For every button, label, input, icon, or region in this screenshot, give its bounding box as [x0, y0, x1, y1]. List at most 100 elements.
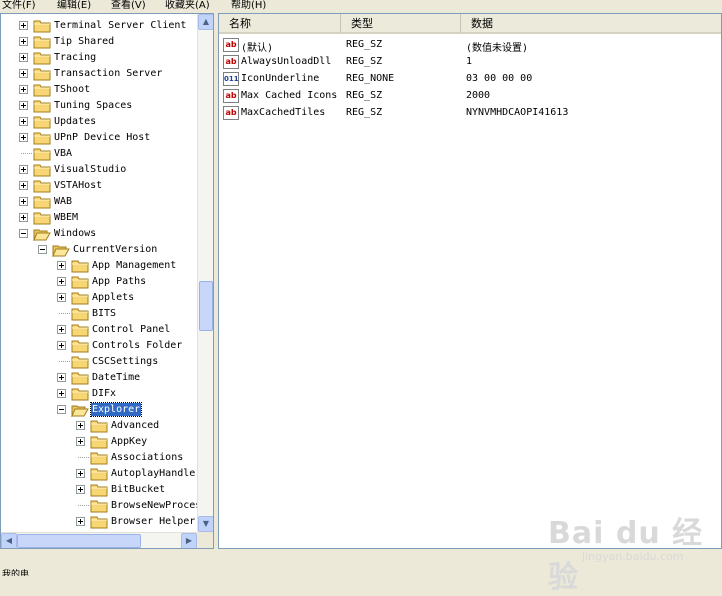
expand-icon[interactable] — [19, 53, 28, 62]
registry-values-list[interactable]: 名称 类型 数据 ab (默认) REG_SZ (数值未设置) ab AlwaysUnlo… — [218, 13, 722, 549]
scroll-left-button[interactable]: ◀ — [1, 533, 17, 548]
tree-content: Terminal Server Client Tip Shared Tracing T… — [1, 14, 197, 548]
folder-icon — [90, 515, 108, 529]
expand-icon[interactable] — [57, 325, 66, 334]
expand-icon[interactable] — [76, 469, 85, 478]
folder-icon — [71, 339, 89, 353]
expand-icon[interactable] — [76, 437, 85, 446]
menu-file[interactable]: 文件(F) — [2, 0, 36, 11]
value-row[interactable]: ab MaxCachedTiles REG_SZ NYNVMHDCAOPI41613 — [219, 105, 721, 122]
string-value-icon: ab — [223, 106, 239, 120]
folder-icon — [33, 51, 51, 65]
registry-key-tree[interactable]: Terminal Server Client Tip Shared Tracing T… — [0, 13, 214, 549]
tree-node-label: Advanced — [111, 420, 160, 431]
expand-icon[interactable] — [57, 389, 66, 398]
tree-connector — [78, 505, 89, 506]
collapse-icon[interactable] — [38, 245, 47, 254]
folder-icon — [71, 371, 89, 385]
tree-horizontal-scrollbar[interactable]: ◀ ▶ — [1, 532, 197, 548]
value-type: REG_SZ — [346, 39, 383, 50]
tree-node-label: Associations — [111, 452, 184, 463]
collapse-icon[interactable] — [19, 229, 28, 238]
tree-node-label: Tip Shared — [54, 36, 115, 47]
expand-icon[interactable] — [19, 101, 28, 110]
expand-icon[interactable] — [76, 485, 85, 494]
menu-view[interactable]: 查看(V) — [111, 0, 146, 11]
expand-icon[interactable] — [19, 181, 28, 190]
folder-icon — [90, 451, 108, 465]
expand-icon[interactable] — [57, 293, 66, 302]
open-folder-icon — [33, 227, 51, 242]
expand-icon[interactable] — [19, 85, 28, 94]
column-header-data[interactable]: 数据 — [461, 14, 721, 34]
baidu-watermark: Bai du 经验 jingyan.baidu.com — [548, 508, 708, 595]
folder-icon — [33, 99, 51, 113]
expand-icon[interactable] — [19, 213, 28, 222]
menu-favorites[interactable]: 收藏夹(A) — [165, 0, 210, 11]
expand-icon[interactable] — [19, 165, 28, 174]
tree-node-label: TShoot — [54, 84, 91, 95]
column-header-type[interactable]: 类型 — [341, 14, 461, 34]
menu-bar: 文件(F) 编辑(E) 查看(V) 收藏夹(A) 帮助(H) — [0, 0, 722, 12]
expand-icon[interactable] — [19, 197, 28, 206]
expand-icon[interactable] — [19, 69, 28, 78]
tree-vertical-scrollbar[interactable]: ▲ ▼ — [197, 14, 213, 532]
value-name: IconUnderline — [241, 73, 320, 84]
folder-icon — [33, 131, 51, 145]
watermark-url: jingyan.baidu.com — [582, 550, 684, 563]
folder-icon — [33, 195, 51, 209]
tree-node-label: CSCSettings — [92, 356, 159, 367]
folder-icon — [33, 19, 51, 33]
value-row[interactable]: ab AlwaysUnloadDll REG_SZ 1 — [219, 54, 721, 71]
tree-node-label: App Paths — [92, 276, 147, 287]
value-row[interactable]: 011 IconUnderline REG_NONE 03 00 00 00 — [219, 71, 721, 88]
scroll-thumb[interactable] — [199, 281, 213, 331]
tree-node-label: BrowseNewProcess — [111, 500, 197, 511]
folder-icon — [71, 291, 89, 305]
tree-node-label: AutoplayHandlers — [111, 468, 197, 479]
value-data: NYNVMHDCAOPI41613 — [466, 107, 569, 118]
tree-node-label: DateTime — [92, 372, 141, 383]
expand-icon[interactable] — [76, 421, 85, 430]
expand-icon[interactable] — [19, 21, 28, 30]
value-data: 1 — [466, 56, 473, 67]
value-type: REG_NONE — [346, 73, 395, 84]
tree-node-label: Control Panel — [92, 324, 171, 335]
scroll-thumb-horizontal[interactable] — [17, 534, 141, 548]
folder-icon — [33, 179, 51, 193]
tree-node-label: VSTAHost — [54, 180, 103, 191]
menu-help[interactable]: 帮助(H) — [231, 0, 266, 11]
folder-icon — [71, 259, 89, 273]
folder-icon — [90, 419, 108, 433]
tree-node-label: Transaction Server — [54, 68, 163, 79]
expand-icon[interactable] — [76, 517, 85, 526]
tree-node-label: UPnP Device Host — [54, 132, 151, 143]
scroll-right-button[interactable]: ▶ — [181, 533, 197, 548]
value-type: REG_SZ — [346, 56, 383, 67]
scroll-up-button[interactable]: ▲ — [198, 14, 213, 30]
expand-icon[interactable] — [57, 373, 66, 382]
expand-icon[interactable] — [19, 117, 28, 126]
expand-icon[interactable] — [57, 277, 66, 286]
menu-edit[interactable]: 编辑(E) — [57, 0, 91, 11]
value-data: 03 00 00 00 — [466, 73, 533, 84]
expand-icon[interactable] — [57, 341, 66, 350]
value-name: MaxCachedTiles — [241, 107, 326, 118]
expand-icon[interactable] — [19, 133, 28, 142]
tree-node-label: Updates — [54, 116, 97, 127]
folder-icon — [71, 387, 89, 401]
string-value-icon: ab — [223, 89, 239, 103]
value-row[interactable]: ab (默认) REG_SZ (数值未设置) — [219, 37, 721, 54]
column-header-name[interactable]: 名称 — [219, 14, 341, 34]
tree-node-label: WAB — [54, 196, 73, 207]
folder-icon — [33, 83, 51, 97]
open-folder-icon — [52, 243, 70, 258]
tree-node-label: AppKey — [111, 436, 148, 447]
scroll-down-button[interactable]: ▼ — [198, 516, 213, 532]
expand-icon[interactable] — [19, 37, 28, 46]
expand-icon[interactable] — [57, 261, 66, 270]
collapse-icon[interactable] — [57, 405, 66, 414]
tree-node-label: Browser Helper Objects — [111, 516, 197, 527]
value-row[interactable]: ab Max Cached Icons REG_SZ 2000 — [219, 88, 721, 105]
tree-node-label: Explorer — [89, 402, 143, 417]
